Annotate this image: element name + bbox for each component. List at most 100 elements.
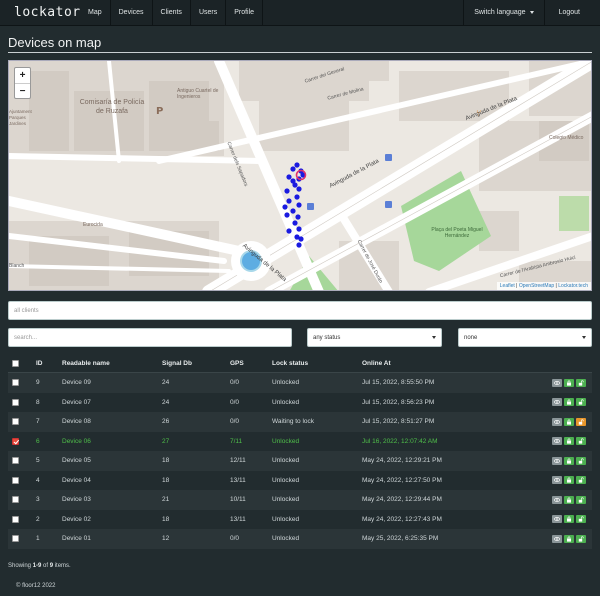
cell-signal: 27 bbox=[162, 437, 170, 445]
unlock-icon[interactable] bbox=[576, 417, 586, 426]
cell-lock-status: Unlocked bbox=[272, 398, 300, 406]
map-label-antiguo: Antiguo Cuartel de Ingenieros bbox=[177, 88, 219, 100]
cell-online-at: Jul 15, 2022, 8:51:27 PM bbox=[362, 418, 435, 426]
table-row[interactable]: 8 Device 07 24 0/0 Unlocked Jul 15, 2022, 8:5… bbox=[8, 392, 592, 412]
lock-icon[interactable] bbox=[564, 398, 574, 407]
view-icon[interactable] bbox=[552, 515, 562, 524]
leaflet-link[interactable]: Leaflet bbox=[500, 283, 515, 289]
nav-map[interactable]: Map bbox=[80, 0, 111, 26]
table-row[interactable]: 9 Device 09 24 0/0 Unlocked Jul 15, 2022, 8:5… bbox=[8, 373, 592, 393]
view-icon[interactable] bbox=[552, 417, 562, 426]
cell-gps: 0/0 bbox=[230, 418, 240, 426]
clients-filter-input[interactable]: all clients bbox=[8, 301, 592, 320]
nav-devices[interactable]: Devices bbox=[111, 0, 153, 26]
table-row[interactable]: 4 Device 04 18 13/11 Unlocked May 24, 2022, 1… bbox=[8, 470, 592, 490]
row-actions bbox=[552, 534, 586, 543]
select-all-checkbox[interactable] bbox=[12, 359, 19, 367]
row-checkbox[interactable] bbox=[12, 515, 19, 523]
cell-lock-status: Unlocked bbox=[272, 437, 300, 445]
nav-clients[interactable]: Clients bbox=[153, 0, 191, 26]
map-label-placa: Plaça del Poeta Miguel Hernández bbox=[431, 227, 483, 239]
lock-icon[interactable] bbox=[564, 515, 574, 524]
lock-icon[interactable] bbox=[564, 495, 574, 504]
lock-icon[interactable] bbox=[564, 437, 574, 446]
lock-icon[interactable] bbox=[564, 378, 574, 387]
header-lock[interactable]: Lock status bbox=[272, 360, 308, 367]
unlock-icon[interactable] bbox=[576, 534, 586, 543]
map-attribution: Leaflet | OpenStreetMap | Lockator.tech bbox=[496, 282, 591, 290]
title-divider bbox=[8, 52, 592, 53]
cell-lock-status: Unlocked bbox=[272, 496, 300, 504]
cell-online-at: May 24, 2022, 12:27:43 PM bbox=[362, 515, 442, 523]
row-checkbox[interactable] bbox=[12, 535, 19, 543]
map-label-ajuntament: Ajuntament Parques Jardines bbox=[9, 109, 32, 126]
search-input[interactable]: search... bbox=[8, 328, 292, 347]
sort-select[interactable]: none bbox=[458, 328, 592, 347]
cell-gps: 0/0 bbox=[230, 398, 240, 406]
cell-name: Device 03 bbox=[62, 496, 91, 504]
cell-name: Device 02 bbox=[62, 515, 91, 523]
svg-text:P: P bbox=[156, 106, 163, 117]
nav-users[interactable]: Users bbox=[191, 0, 227, 26]
view-icon[interactable] bbox=[552, 495, 562, 504]
view-icon[interactable] bbox=[552, 378, 562, 387]
navbar: lockator Map Devices Clients Users Profi… bbox=[0, 0, 600, 26]
row-checkbox[interactable] bbox=[12, 476, 19, 484]
unlock-icon[interactable] bbox=[576, 476, 586, 485]
lockator-link[interactable]: Lockator.tech bbox=[558, 283, 588, 289]
row-checkbox[interactable] bbox=[12, 457, 19, 465]
view-icon[interactable] bbox=[552, 437, 562, 446]
unlock-icon[interactable] bbox=[576, 437, 586, 446]
row-checkbox[interactable] bbox=[12, 496, 19, 504]
brand-logo[interactable]: lockator bbox=[0, 5, 80, 20]
unlock-icon[interactable] bbox=[576, 398, 586, 407]
osm-link[interactable]: OpenStreetMap bbox=[519, 283, 554, 289]
footer-copyright: © floor12 2022 bbox=[16, 583, 56, 589]
table-row[interactable]: 1 Device 01 12 0/0 Unlocked May 25, 2022, 6:2… bbox=[8, 529, 592, 549]
header-signal[interactable]: Signal Db bbox=[162, 360, 192, 367]
cell-lock-status: Unlocked bbox=[272, 515, 300, 523]
sort-select-value: none bbox=[464, 334, 478, 341]
table-row[interactable]: 5 Device 05 18 12/11 Unlocked May 24, 2022, 1… bbox=[8, 451, 592, 471]
row-checkbox[interactable] bbox=[12, 379, 19, 387]
lock-icon[interactable] bbox=[564, 534, 574, 543]
row-checkbox[interactable] bbox=[12, 418, 19, 426]
status-select[interactable]: any status bbox=[307, 328, 442, 347]
devices-table: ID Readable name Signal Db GPS Lock stat… bbox=[8, 354, 592, 549]
header-name[interactable]: Readable name bbox=[62, 360, 110, 367]
cell-signal: 18 bbox=[162, 457, 170, 465]
unlock-icon[interactable] bbox=[576, 378, 586, 387]
nav-profile[interactable]: Profile bbox=[226, 0, 264, 26]
table-row[interactable]: 6 Device 06 27 7/11 Unlocked Jul 16, 2022, 12… bbox=[8, 431, 592, 451]
header-online[interactable]: Online At bbox=[362, 360, 391, 367]
zoom-out-button[interactable]: − bbox=[15, 83, 30, 98]
unlock-icon[interactable] bbox=[576, 456, 586, 465]
header-id[interactable]: ID bbox=[36, 360, 43, 367]
lock-icon[interactable] bbox=[564, 456, 574, 465]
cell-name: Device 04 bbox=[62, 476, 91, 484]
unlock-icon[interactable] bbox=[576, 515, 586, 524]
table-row[interactable]: 2 Device 02 18 13/11 Unlocked May 24, 2022, 1… bbox=[8, 509, 592, 529]
view-icon[interactable] bbox=[552, 476, 562, 485]
view-icon[interactable] bbox=[552, 398, 562, 407]
status-select-value: any status bbox=[313, 334, 341, 341]
cell-gps: 10/11 bbox=[230, 496, 246, 504]
lock-icon[interactable] bbox=[564, 417, 574, 426]
table-row[interactable]: 7 Device 08 26 0/0 Waiting to lock Jul 15, 20… bbox=[8, 412, 592, 432]
unlock-icon[interactable] bbox=[576, 495, 586, 504]
switch-language-dropdown[interactable]: Switch language bbox=[463, 0, 543, 26]
zoom-in-button[interactable]: + bbox=[15, 68, 30, 83]
table-row[interactable]: 3 Device 03 21 10/11 Unlocked May 24, 2022, 1… bbox=[8, 490, 592, 510]
logout-link[interactable]: Logout bbox=[543, 0, 600, 26]
lock-icon[interactable] bbox=[564, 476, 574, 485]
row-actions bbox=[552, 437, 586, 446]
row-checkbox[interactable] bbox=[12, 437, 19, 445]
header-gps[interactable]: GPS bbox=[230, 360, 244, 367]
cell-lock-status: Unlocked bbox=[272, 476, 300, 484]
row-checkbox[interactable] bbox=[12, 398, 19, 406]
row-actions bbox=[552, 378, 586, 387]
cell-name: Device 06 bbox=[62, 437, 91, 445]
device-map[interactable]: P ⑂ Comisaría de Policía de Ruzafa Antig… bbox=[8, 60, 592, 291]
view-icon[interactable] bbox=[552, 534, 562, 543]
view-icon[interactable] bbox=[552, 456, 562, 465]
